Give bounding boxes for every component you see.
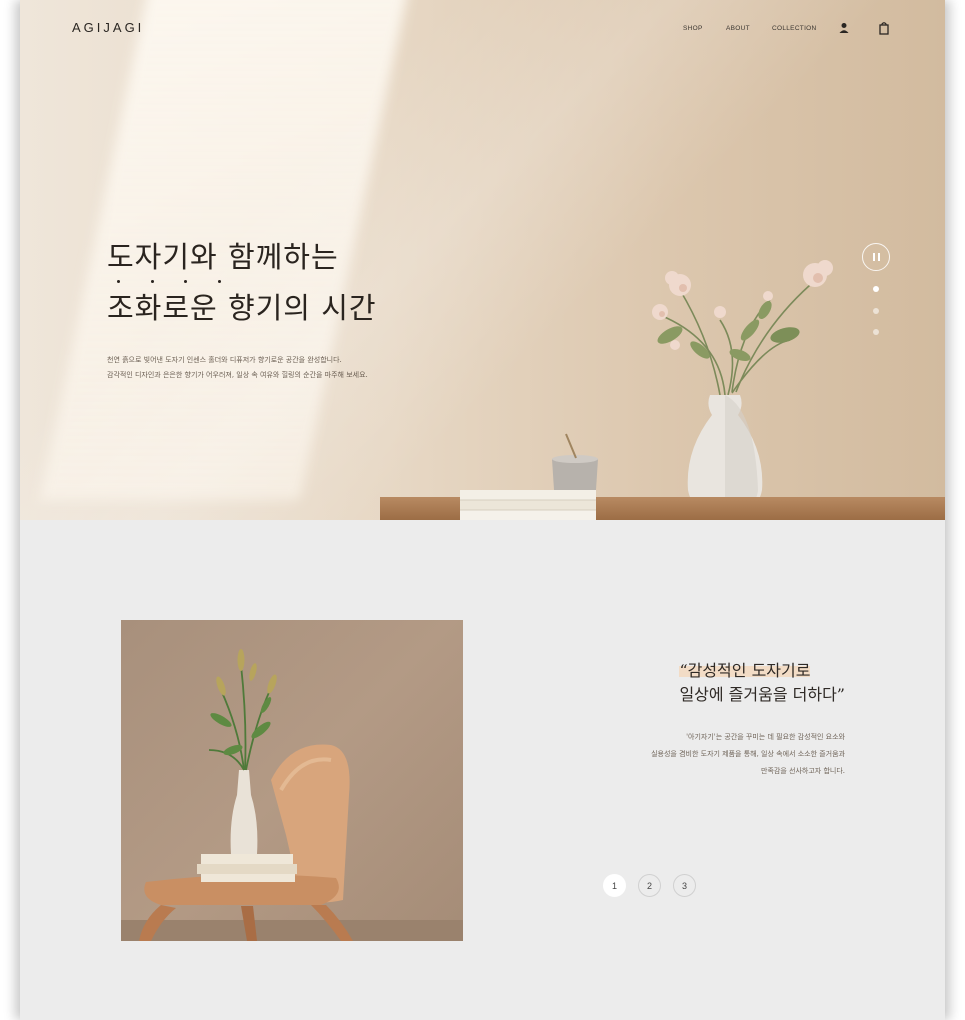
shopping-bag-icon[interactable] bbox=[877, 20, 891, 35]
pause-icon bbox=[872, 253, 875, 261]
feature-quote: “감성적인 도자기로 일상에 즐거움을 더하다” bbox=[679, 660, 845, 706]
hero-title-line2: 조화로운 향기의 시간 bbox=[107, 291, 377, 325]
nav-link-collection[interactable]: COLLECTION bbox=[772, 25, 817, 32]
hero-section: AGIJAGI SHOP ABOUT COLLECTION 도자기와 함께하는 … bbox=[20, 0, 945, 520]
feature-desc-line3: 만족감을 선사하고자 합니다. bbox=[761, 767, 845, 775]
slide-indicator-2[interactable] bbox=[873, 308, 879, 314]
hero-title: 도자기와 함께하는 조화로운 향기의 시간 bbox=[107, 232, 377, 334]
feature-pagination: 1 2 3 bbox=[603, 874, 696, 897]
emphasis-dot bbox=[117, 280, 120, 283]
page-button-1[interactable]: 1 bbox=[603, 874, 626, 897]
top-navigation: AGIJAGI SHOP ABOUT COLLECTION bbox=[20, 0, 945, 60]
feature-image-chair-vase bbox=[121, 620, 463, 941]
emphasis-dot bbox=[151, 280, 154, 283]
feature-description: '아기자기'는 공간을 꾸미는 데 필요한 감성적인 요소와 실용성을 겸비한 … bbox=[585, 729, 845, 780]
nav-link-about[interactable]: ABOUT bbox=[726, 25, 750, 32]
page-button-3[interactable]: 3 bbox=[673, 874, 696, 897]
page-frame: AGIJAGI SHOP ABOUT COLLECTION 도자기와 함께하는 … bbox=[20, 0, 945, 1020]
quote-line2: 일상에 즐거움을 더하다” bbox=[679, 685, 845, 704]
slider-pause-button[interactable] bbox=[862, 243, 890, 271]
quote-line1: “감성적인 도자기로 bbox=[679, 661, 811, 680]
feature-desc-line2: 실용성을 겸비한 도자기 제품을 통해, 일상 속에서 소소한 즐거움과 bbox=[651, 750, 845, 758]
hero-description: 천연 흙으로 빚어낸 도자기 인센스 홀더와 디퓨저가 향기로운 공간을 완성합… bbox=[107, 353, 447, 383]
hero-desc-line1: 천연 흙으로 빚어낸 도자기 인센스 홀더와 디퓨저가 향기로운 공간을 완성합… bbox=[107, 356, 342, 364]
hero-title-line1: 도자기와 함께하는 bbox=[107, 240, 339, 274]
chair-illustration bbox=[121, 649, 463, 941]
books-stack bbox=[460, 490, 596, 520]
nav-link-shop[interactable]: SHOP bbox=[683, 25, 703, 32]
hero-desc-line2: 감각적인 디자인과 은은한 향기가 어우러져, 일상 속 여유와 힐링의 순간을… bbox=[107, 371, 368, 379]
slide-indicator-3[interactable] bbox=[873, 329, 879, 335]
emphasis-dot bbox=[184, 280, 187, 283]
brand-logo[interactable]: AGIJAGI bbox=[72, 20, 144, 35]
feature-desc-line1: '아기자기'는 공간을 꾸미는 데 필요한 감성적인 요소와 bbox=[686, 733, 845, 741]
slide-indicator-1[interactable] bbox=[873, 286, 879, 292]
emphasis-dot bbox=[218, 280, 221, 283]
page-button-2[interactable]: 2 bbox=[638, 874, 661, 897]
pause-icon-bar bbox=[877, 253, 880, 261]
user-icon[interactable] bbox=[837, 20, 851, 34]
